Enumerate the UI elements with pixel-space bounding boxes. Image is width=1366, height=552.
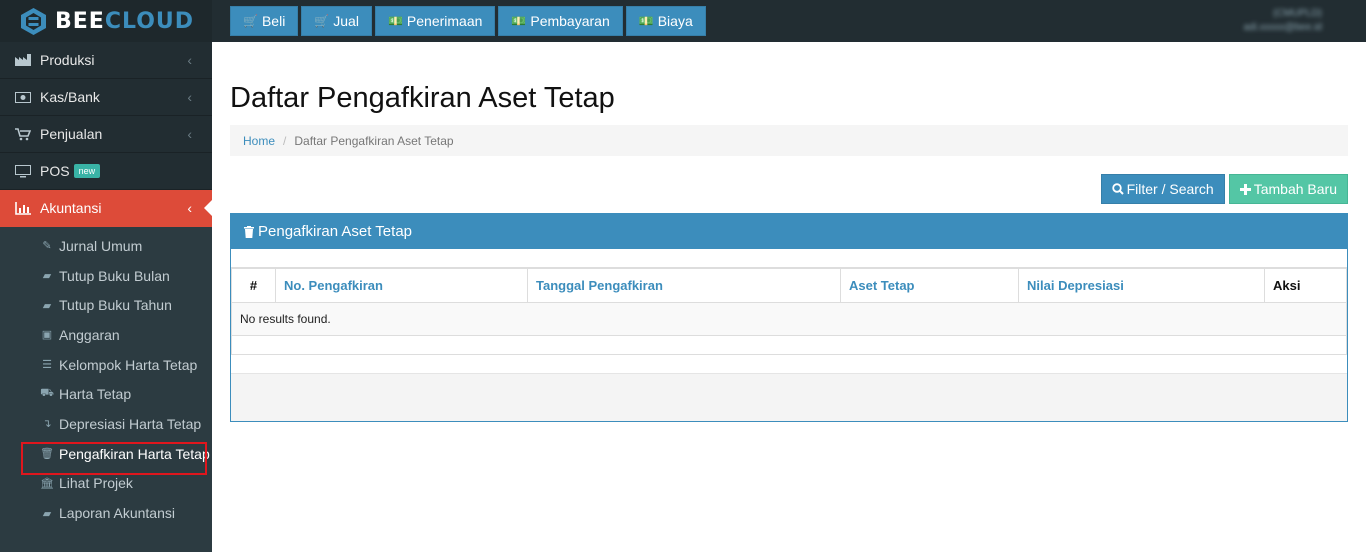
bank-icon: 🏛 (40, 477, 54, 490)
user-name: (CMUPLD) (1273, 8, 1322, 19)
sidebar-item-pos[interactable]: POS new (0, 153, 212, 190)
sidebar-subitem-depresiasi-harta-tetap[interactable]: ↴ Depresiasi Harta Tetap (0, 409, 212, 439)
bee-logo-icon (21, 7, 46, 35)
user-email: adi.xxxxx@bee.id (1243, 22, 1322, 33)
brand[interactable]: BEECLOUD (0, 0, 212, 42)
trash-icon (244, 225, 254, 238)
breadcrumb-current: Daftar Pengafkiran Aset Tetap (294, 133, 454, 148)
user-menu[interactable]: (CMUPLD) adi.xxxxx@bee.id (1243, 7, 1322, 35)
sidebar-subitem-jurnal-umum[interactable]: ✎ Jurnal Umum (0, 231, 212, 261)
chevron-down-icon: ‹ (187, 200, 192, 216)
nav-biaya-button[interactable]: 💵 Biaya (625, 6, 706, 36)
sidebar: Produksi ‹ Kas/Bank ‹ Penjualan ‹ POS ne… (0, 42, 213, 552)
filter-search-button[interactable]: Filter / Search (1100, 174, 1225, 204)
nav-beli-button[interactable]: 🛒 Beli (230, 6, 299, 36)
edit-icon: ✎ (42, 240, 52, 253)
nav-penerimaan-button[interactable]: 💵 Penerimaan (374, 6, 496, 36)
desktop-icon (14, 164, 32, 178)
panel-footer (231, 373, 1347, 421)
disposal-panel: Pengafkiran Aset Tetap # No. Pengafkiran… (230, 213, 1348, 422)
akuntansi-submenu: ✎ Jurnal Umum ▰ Tutup Buku Bulan ▰ Tutup… (0, 227, 212, 552)
industry-icon (14, 53, 32, 67)
column-header-aksi: Aksi (1264, 267, 1347, 303)
disposal-table: # No. Pengafkiran Tanggal Pengafkiran As… (231, 267, 1347, 355)
money-icon: 💵 (511, 14, 527, 28)
nav-jual-button[interactable]: 🛒 Jual (301, 6, 372, 36)
sidebar-item-akuntansi[interactable]: Akuntansi ‹ (0, 190, 213, 227)
search-icon (1111, 183, 1124, 195)
car-icon: ⛟ (40, 387, 54, 400)
money-icon (14, 90, 32, 104)
column-header-tanggal-pengafkiran[interactable]: Tanggal Pengafkiran (527, 267, 841, 303)
column-header-number: # (231, 267, 276, 303)
table-row-blank (231, 334, 1347, 355)
top-header: BEECLOUD 🛒 Beli 🛒 Jual 💵 Penerimaan 💵 Pe… (0, 0, 1366, 42)
sidebar-subitem-lihat-projek[interactable]: 🏛 Lihat Projek (0, 469, 212, 499)
cart-icon: 🛒 (314, 14, 330, 28)
sidebar-subitem-tutup-buku-tahun[interactable]: ▰ Tutup Buku Tahun (0, 290, 212, 320)
panel-header: Pengafkiran Aset Tetap (231, 214, 1347, 249)
column-header-nilai-depresiasi[interactable]: Nilai Depresiasi (1018, 267, 1265, 303)
arrow-down-icon: ↴ (42, 418, 52, 431)
column-header-aset-tetap[interactable]: Aset Tetap (840, 267, 1019, 303)
sidebar-item-produksi[interactable]: Produksi ‹ (0, 42, 212, 79)
table-header-row: # No. Pengafkiran Tanggal Pengafkiran As… (231, 267, 1347, 303)
panel-body: # No. Pengafkiran Tanggal Pengafkiran As… (231, 249, 1347, 421)
sidebar-subitem-kelompok-harta-tetap[interactable]: ☰ Kelompok Harta Tetap (0, 350, 212, 380)
cart-icon (14, 127, 32, 141)
breadcrumb: Home / Daftar Pengafkiran Aset Tetap (230, 125, 1348, 156)
trash-icon: 🗑 (40, 448, 54, 461)
sidebar-subitem-harta-tetap[interactable]: ⛟ Harta Tetap (0, 379, 212, 409)
sidebar-subitem-anggaran[interactable]: ▣ Anggaran (0, 320, 212, 350)
page-title: Daftar Pengafkiran Aset Tetap (230, 82, 615, 114)
brand-name: BEECLOUD (55, 8, 195, 34)
chevron-left-icon: ‹ (187, 52, 192, 68)
new-badge: new (73, 164, 101, 178)
money-icon: 💵 (638, 14, 654, 28)
sidebar-item-penjualan[interactable]: Penjualan ‹ (0, 116, 212, 153)
book-icon: ▰ (42, 299, 52, 312)
bar-chart-icon (14, 201, 32, 215)
sidebar-subitem-laporan-akuntansi[interactable]: ▰ Laporan Akuntansi (0, 498, 212, 528)
sidebar-item-kas-bank[interactable]: Kas/Bank ‹ (0, 79, 212, 116)
chevron-left-icon: ‹ (187, 126, 192, 142)
breadcrumb-home-link[interactable]: Home (243, 134, 275, 148)
book-icon: ▰ (42, 270, 52, 283)
cart-icon: 🛒 (243, 14, 258, 28)
top-nav: 🛒 Beli 🛒 Jual 💵 Penerimaan 💵 Pembayaran … (230, 6, 709, 36)
book-icon: ▰ (42, 507, 52, 520)
add-new-button[interactable]: Tambah Baru (1228, 174, 1348, 204)
empty-message: No results found. (231, 301, 1347, 336)
money-icon: 💵 (387, 14, 403, 28)
nav-pembayaran-button[interactable]: 💵 Pembayaran (498, 6, 623, 36)
plus-icon (1239, 183, 1251, 195)
breadcrumb-separator: / (283, 133, 287, 148)
sidebar-subitem-tutup-buku-bulan[interactable]: ▰ Tutup Buku Bulan (0, 261, 212, 291)
action-buttons: Filter / Search Tambah Baru (1100, 174, 1348, 204)
list-icon: ☰ (42, 359, 52, 372)
money-icon: ▣ (41, 329, 53, 342)
column-header-no-pengafkiran[interactable]: No. Pengafkiran (275, 267, 528, 303)
sidebar-subitem-pengafkiran-harta-tetap[interactable]: 🗑 Pengafkiran Harta Tetap (0, 439, 212, 469)
chevron-left-icon: ‹ (187, 89, 192, 105)
table-row: No results found. (231, 301, 1347, 336)
panel-title: Pengafkiran Aset Tetap (258, 223, 412, 240)
